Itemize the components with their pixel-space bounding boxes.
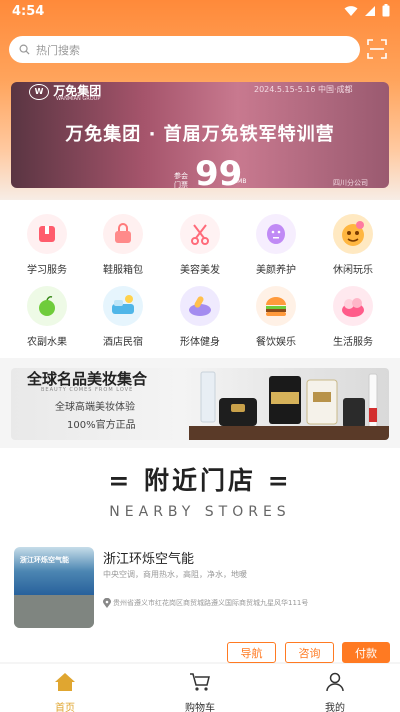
category-dining[interactable]: 餐饮娱乐 (238, 286, 314, 348)
tab-cart-label: 购物车 (185, 703, 215, 712)
scissors-icon (180, 214, 220, 254)
store-photo: 浙江环烁空气能 (14, 547, 94, 628)
tab-home-label: 首页 (55, 703, 75, 712)
cart-icon (190, 673, 210, 691)
cosmetics-line2: 100%官方正品 (67, 420, 136, 431)
face-mask-icon (256, 214, 296, 254)
nearby-subtitle: NEARBY STORES (109, 504, 291, 520)
tab-profile[interactable]: 我的 (295, 672, 375, 712)
banner-date: 2024.5.15-5.16 中国·成都 (254, 85, 353, 94)
burger-icon (256, 286, 296, 326)
store-name: 浙江环烁空气能 (103, 552, 195, 567)
category-life-services[interactable]: 生活服务 (315, 286, 391, 348)
tab-profile-label: 我的 (325, 703, 345, 712)
category-study[interactable]: 学习服务 (9, 214, 85, 276)
search-input[interactable]: 热门搜索 (9, 36, 360, 63)
banner-headline: 万免集团 · 首届万免铁军特训营 (65, 124, 335, 145)
home-icon (55, 673, 75, 691)
category-grid: 学习服务 鞋服箱包 美容美发 美颜养护 休闲玩乐 农副水果 酒店民宿 形体健身 … (0, 200, 400, 358)
book-icon (27, 214, 67, 254)
cosmetics-subtitle: BEAUTY COMES FROM LOVE (41, 387, 134, 393)
gift-icon (333, 286, 373, 326)
cosmetics-title: 全球名品美妆集合 (27, 370, 148, 388)
banner-region: 四川分公司 (333, 179, 368, 187)
cosmetics-products-image (189, 371, 389, 440)
cosmetics-line1: 全球高端美妆体验 (55, 402, 135, 413)
tab-cart[interactable]: 购物车 (160, 672, 240, 712)
category-hotel[interactable]: 酒店民宿 (85, 286, 161, 348)
category-fitness[interactable]: 形体健身 (162, 286, 238, 348)
category-skincare[interactable]: 美颜养护 (238, 214, 314, 276)
game-icon (333, 214, 373, 254)
banner-price-unit: RMB (233, 178, 247, 185)
location-pin-icon (103, 598, 111, 608)
consult-button[interactable]: 咨询 (285, 642, 334, 663)
bottom-tab-bar: 首页 购物车 我的 (0, 664, 400, 712)
store-address-text: 贵州省遵义市红花岗区商贸城路遵义国际商贸城九星风华111号 (113, 599, 309, 607)
category-shoes-bags[interactable]: 鞋服箱包 (85, 214, 161, 276)
battery-icon (382, 4, 390, 17)
user-icon (326, 672, 344, 692)
status-bar: 4:54 (0, 0, 400, 24)
banner-logo-sub: WANMIAN GROUP (56, 96, 101, 102)
store-address: 贵州省遵义市红花岗区商贸城路遵义国际商贸城九星风华111号 (103, 598, 308, 608)
tab-home[interactable]: 首页 (25, 672, 105, 712)
fitness-icon (180, 286, 220, 326)
navigate-button[interactable]: 导航 (227, 642, 276, 663)
category-fruits[interactable]: 农副水果 (9, 286, 85, 348)
bag-icon (103, 214, 143, 254)
banner-price-label: 参会门票 (174, 172, 188, 188)
signal-icon (365, 5, 375, 16)
cosmetics-banner[interactable]: 全球名品美妆集合 BEAUTY COMES FROM LOVE 全球高端美妆体验… (11, 368, 389, 440)
scan-icon[interactable] (367, 39, 387, 59)
category-leisure[interactable]: 休闲玩乐 (315, 214, 391, 276)
hotel-icon (103, 286, 143, 326)
search-placeholder: 热门搜索 (36, 43, 80, 57)
promo-banner[interactable]: W 万免集团 WANMIAN GROUP 2024.5.15-5.16 中国·成… (11, 82, 389, 188)
store-card[interactable]: 浙江环烁空气能 浙江环烁空气能 中央空调，商用热水，高阻，净水，地暖 贵州省遵义… (0, 532, 400, 663)
store-photo-sign: 浙江环烁空气能 (20, 556, 69, 564)
wifi-icon (344, 5, 358, 16)
status-time: 4:54 (12, 4, 45, 19)
nearby-title: = 附近门店 = (108, 466, 292, 495)
pay-button[interactable]: 付款 (342, 642, 390, 663)
nearby-stores-header: = 附近门店 = NEARBY STORES (0, 448, 400, 532)
search-icon (19, 44, 30, 55)
category-beauty-hair[interactable]: 美容美发 (162, 214, 238, 276)
store-tags: 中央空调，商用热水，高阻，净水，地暖 (103, 570, 247, 579)
apple-icon (27, 286, 67, 326)
